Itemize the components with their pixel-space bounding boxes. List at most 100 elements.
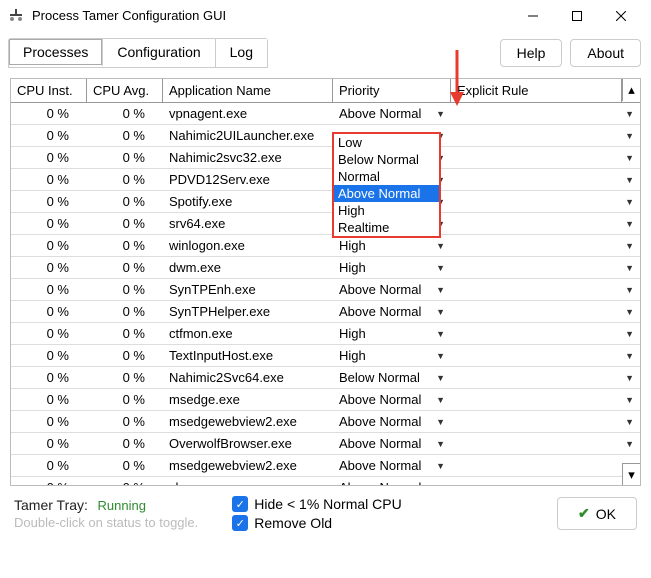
scroll-down-button[interactable]: ▾ xyxy=(622,463,640,485)
tab-processes[interactable]: Processes xyxy=(9,39,103,67)
priority-dropdown[interactable]: LowBelow NormalNormalAbove NormalHighRea… xyxy=(332,132,441,238)
cell-priority[interactable]: Below Normal▼ xyxy=(333,368,451,387)
table-row[interactable]: 0 %0 %msedgewebview2.exeAbove Normal▼▼ xyxy=(11,411,640,433)
cell-explicit-rule[interactable]: ▼ xyxy=(451,371,640,385)
table-row[interactable]: 0 %0 %OverwolfBrowser.exeAbove Normal▼▼ xyxy=(11,433,640,455)
cell-explicit-rule[interactable]: ▼ xyxy=(451,327,640,341)
table-header: CPU Inst. CPU Avg. Application Name Prio… xyxy=(11,79,640,103)
cell-cpu-avg: 0 % xyxy=(87,280,163,299)
priority-option[interactable]: Normal xyxy=(334,168,439,185)
cell-cpu-inst: 0 % xyxy=(11,280,87,299)
close-button[interactable] xyxy=(599,1,643,31)
cell-application-name: vpnagent.exe xyxy=(163,104,333,123)
cell-cpu-inst: 0 % xyxy=(11,302,87,321)
cell-explicit-rule[interactable]: ▼ xyxy=(451,195,640,209)
cell-priority[interactable]: High▼ xyxy=(333,236,451,255)
table-row[interactable]: 0 %0 %Nahimic2svc32.exe▼▼ xyxy=(11,147,640,169)
cell-priority[interactable]: High▼ xyxy=(333,258,451,277)
table-row[interactable]: 0 %0 %srv64.exe▼▼ xyxy=(11,213,640,235)
cell-cpu-inst: 0 % xyxy=(11,346,87,365)
cell-explicit-rule[interactable]: ▼ xyxy=(451,283,640,297)
cell-explicit-rule[interactable]: ▼ xyxy=(451,107,640,121)
cell-explicit-rule[interactable]: ▼ xyxy=(451,173,640,187)
header-application-name[interactable]: Application Name xyxy=(163,79,333,102)
table-row[interactable]: 0 %0 %msedgewebview2.exeAbove Normal▼▼ xyxy=(11,455,640,477)
table-row[interactable]: 0 %0 %TextInputHost.exeHigh▼▼ xyxy=(11,345,640,367)
table-row[interactable]: 0 %0 %PDVD12Serv.exe▼▼ xyxy=(11,169,640,191)
table-row[interactable]: 0 %0 %chrome.exeAbove Normal▼▼ xyxy=(11,477,640,486)
cell-cpu-avg: 0 % xyxy=(87,192,163,211)
priority-option[interactable]: Below Normal xyxy=(334,151,439,168)
cell-application-name: SynTPHelper.exe xyxy=(163,302,333,321)
status-hint: Double-click on status to toggle. xyxy=(14,515,198,530)
chevron-down-icon: ▼ xyxy=(625,329,634,339)
table-row[interactable]: 0 %0 %SynTPHelper.exeAbove Normal▼▼ xyxy=(11,301,640,323)
table-row[interactable]: 0 %0 %Nahimic2UILauncher.exe▼▼ xyxy=(11,125,640,147)
cell-explicit-rule[interactable]: ▼ xyxy=(451,349,640,363)
toolbar: Processes Configuration Log Help About xyxy=(0,32,651,78)
help-button[interactable]: Help xyxy=(500,39,563,67)
cell-priority[interactable]: Above Normal▼ xyxy=(333,280,451,299)
cell-explicit-rule[interactable]: ▼ xyxy=(451,239,640,253)
cell-explicit-rule[interactable]: ▼ xyxy=(451,459,640,473)
hide-low-cpu-checkbox[interactable]: ✓ Hide < 1% Normal CPU xyxy=(232,496,401,512)
header-explicit-rule[interactable]: Explicit Rule xyxy=(451,79,622,102)
table-row[interactable]: 0 %0 %Spotify.exe▼▼ xyxy=(11,191,640,213)
cell-cpu-avg: 0 % xyxy=(87,368,163,387)
chevron-down-icon: ▼ xyxy=(436,373,445,383)
cell-priority[interactable]: Above Normal▼ xyxy=(333,104,451,123)
cell-cpu-avg: 0 % xyxy=(87,302,163,321)
tab-configuration[interactable]: Configuration xyxy=(103,39,215,67)
header-cpu-avg[interactable]: CPU Avg. xyxy=(87,79,163,102)
tamer-status[interactable]: Running xyxy=(98,498,146,513)
scroll-up-button[interactable]: ▴ xyxy=(622,79,640,101)
cell-priority[interactable]: Above Normal▼ xyxy=(333,412,451,431)
maximize-button[interactable] xyxy=(555,1,599,31)
remove-old-checkbox[interactable]: ✓ Remove Old xyxy=(232,515,401,531)
cell-priority[interactable]: Above Normal▼ xyxy=(333,390,451,409)
priority-option[interactable]: Low xyxy=(334,134,439,151)
cell-priority[interactable]: High▼ xyxy=(333,324,451,343)
chevron-down-icon: ▼ xyxy=(625,417,634,427)
table-row[interactable]: 0 %0 %Nahimic2Svc64.exeBelow Normal▼▼ xyxy=(11,367,640,389)
cell-cpu-inst: 0 % xyxy=(11,368,87,387)
cell-priority[interactable]: Above Normal▼ xyxy=(333,302,451,321)
app-icon xyxy=(8,8,24,24)
ok-button[interactable]: ✔ OK xyxy=(557,497,637,530)
about-button[interactable]: About xyxy=(570,39,641,67)
cell-explicit-rule[interactable]: ▼ xyxy=(451,129,640,143)
header-cpu-inst[interactable]: CPU Inst. xyxy=(11,79,87,102)
cell-explicit-rule[interactable]: ▼ xyxy=(451,305,640,319)
cell-priority[interactable]: High▼ xyxy=(333,346,451,365)
cell-application-name: msedgewebview2.exe xyxy=(163,456,333,475)
table-row[interactable]: 0 %0 %vpnagent.exeAbove Normal▼▼ xyxy=(11,103,640,125)
table-row[interactable]: 0 %0 %SynTPEnh.exeAbove Normal▼▼ xyxy=(11,279,640,301)
chevron-down-icon: ▼ xyxy=(436,307,445,317)
cell-explicit-rule[interactable]: ▼ xyxy=(451,217,640,231)
table-row[interactable]: 0 %0 %dwm.exeHigh▼▼ xyxy=(11,257,640,279)
cell-explicit-rule[interactable]: ▼ xyxy=(451,481,640,487)
chevron-down-icon: ▼ xyxy=(625,131,634,141)
footer: Tamer Tray: Running Double-click on stat… xyxy=(0,486,651,541)
cell-explicit-rule[interactable]: ▼ xyxy=(451,151,640,165)
cell-priority[interactable]: Above Normal▼ xyxy=(333,434,451,453)
table-row[interactable]: 0 %0 %winlogon.exeHigh▼▼ xyxy=(11,235,640,257)
minimize-button[interactable] xyxy=(511,1,555,31)
table-row[interactable]: 0 %0 %msedge.exeAbove Normal▼▼ xyxy=(11,389,640,411)
cell-cpu-avg: 0 % xyxy=(87,324,163,343)
cell-explicit-rule[interactable]: ▼ xyxy=(451,437,640,451)
table-row[interactable]: 0 %0 %ctfmon.exeHigh▼▼ xyxy=(11,323,640,345)
tab-log[interactable]: Log xyxy=(216,39,267,67)
cell-cpu-avg: 0 % xyxy=(87,434,163,453)
cell-explicit-rule[interactable]: ▼ xyxy=(451,261,640,275)
header-priority[interactable]: Priority xyxy=(333,79,451,102)
priority-option[interactable]: High xyxy=(334,202,439,219)
priority-option[interactable]: Above Normal xyxy=(334,185,439,202)
priority-option[interactable]: Realtime xyxy=(334,219,439,236)
cell-priority[interactable]: Above Normal▼ xyxy=(333,478,451,486)
cell-explicit-rule[interactable]: ▼ xyxy=(451,415,640,429)
cell-cpu-avg: 0 % xyxy=(87,148,163,167)
cell-explicit-rule[interactable]: ▼ xyxy=(451,393,640,407)
cell-priority[interactable]: Above Normal▼ xyxy=(333,456,451,475)
chevron-down-icon: ▼ xyxy=(625,373,634,383)
